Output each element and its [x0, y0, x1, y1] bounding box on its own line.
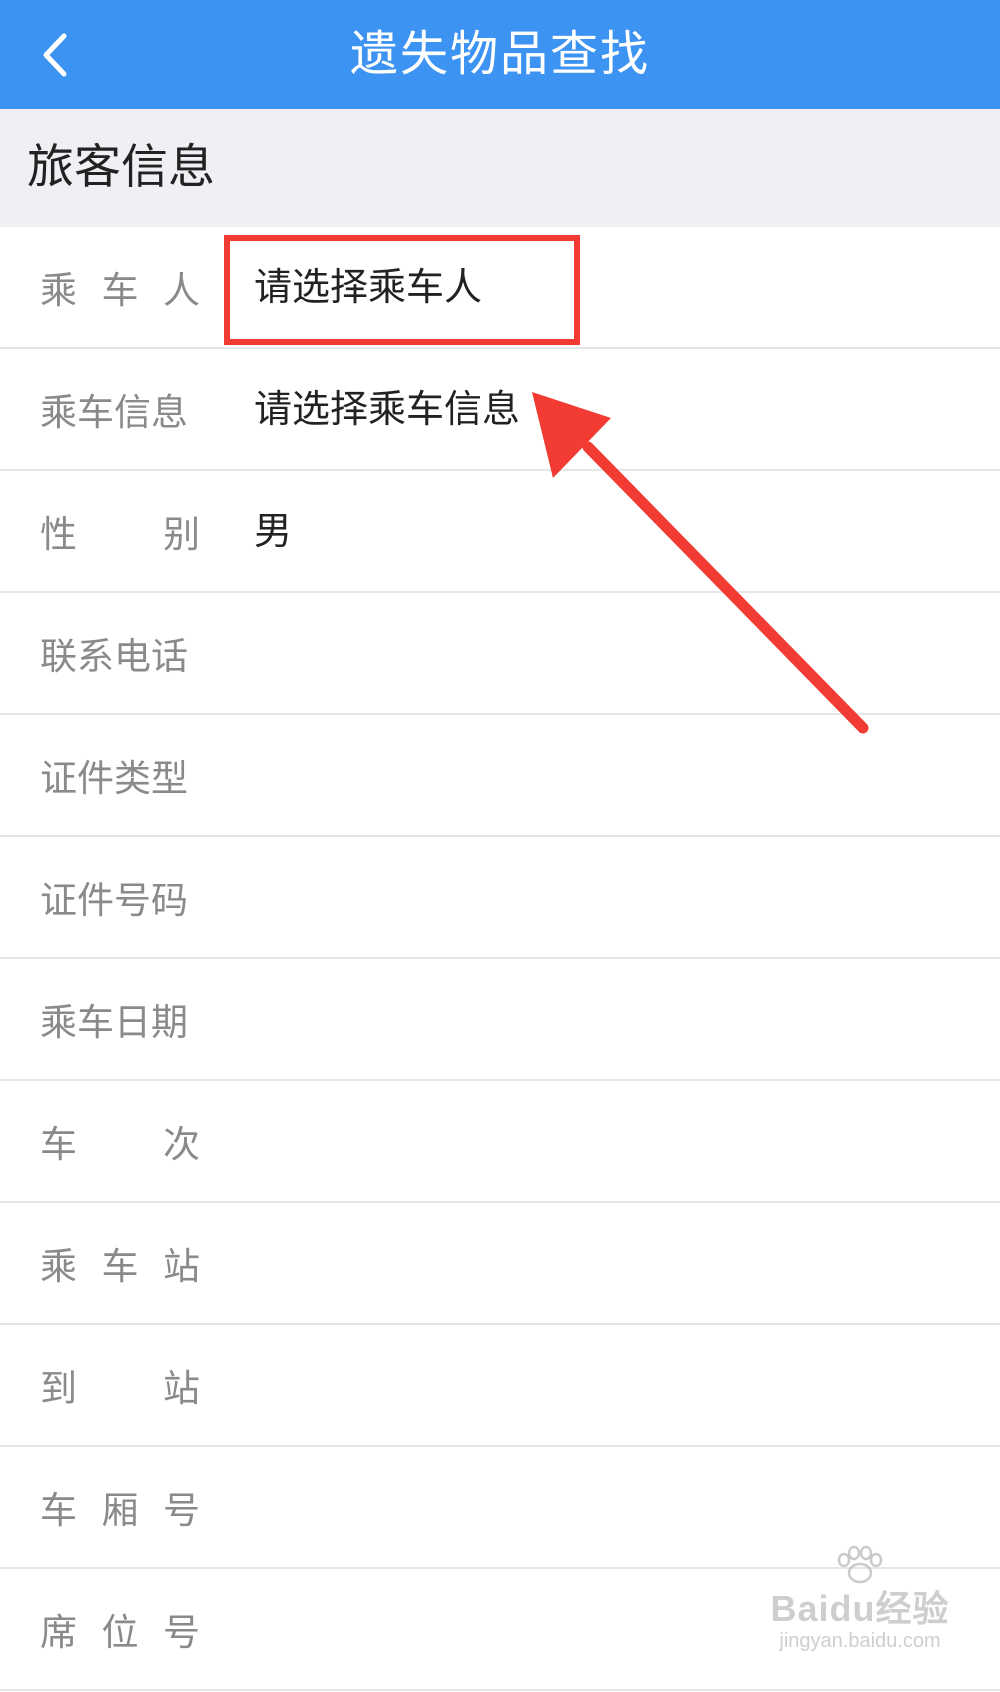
- field-label: 乘车站: [40, 1203, 200, 1323]
- baidu-watermark: Baidu经验 jingyan.baidu.com: [760, 1545, 960, 1675]
- form-row[interactable]: 联系电话: [0, 593, 1000, 715]
- field-value[interactable]: 男: [254, 471, 292, 591]
- field-label: 车厢号: [40, 1447, 200, 1567]
- form-row[interactable]: 证件类型: [0, 715, 1000, 837]
- form-row[interactable]: 乘车日期: [0, 959, 1000, 1081]
- form-row[interactable]: 乘车站: [0, 1203, 1000, 1325]
- field-label: 乘车日期: [40, 959, 200, 1079]
- field-label-char: 到: [40, 1367, 77, 1410]
- field-label-char: 位: [101, 1611, 139, 1654]
- field-label-char: 站: [163, 1367, 200, 1410]
- field-label: 证件号码: [40, 837, 200, 957]
- field-label: 性别: [40, 471, 200, 591]
- field-label: 乘车信息: [40, 349, 200, 469]
- field-label-char: 车: [40, 1123, 77, 1166]
- field-label-char: 乘: [40, 1245, 77, 1288]
- field-label: 证件类型: [40, 715, 200, 835]
- form-row[interactable]: 乘车信息 请选择乘车信息: [0, 349, 1000, 471]
- field-label-char: 别: [163, 513, 200, 556]
- field-label-char: 次: [163, 1123, 200, 1166]
- field-label-char: 站: [163, 1245, 200, 1288]
- field-label-char: 联系电话: [40, 635, 188, 678]
- page-title: 遗失物品查找: [349, 26, 650, 82]
- section-title: 旅客信息: [27, 140, 215, 195]
- field-value[interactable]: 请选择乘车信息: [254, 349, 520, 469]
- field-value[interactable]: 请选择乘车人: [254, 227, 482, 347]
- field-label-char: 性: [40, 513, 77, 556]
- field-label: 车次: [40, 1081, 200, 1201]
- paw-icon: [837, 1545, 883, 1584]
- form-row[interactable]: 证件号码: [0, 837, 1000, 959]
- app-header: 遗失物品查找: [0, 0, 1000, 109]
- field-label-char: 证件号码: [40, 879, 188, 922]
- field-label-char: 车: [101, 1245, 139, 1288]
- field-label-char: 席: [40, 1611, 77, 1654]
- watermark-domain: jingyan.baidu.com: [779, 1630, 941, 1652]
- field-label-char: 乘车日期: [40, 1001, 188, 1044]
- field-label-char: 证件类型: [40, 757, 188, 800]
- field-label: 席位号: [40, 1569, 200, 1689]
- field-label-char: 车: [40, 1489, 77, 1532]
- form-row[interactable]: 车次: [0, 1081, 1000, 1203]
- back-button[interactable]: [30, 22, 100, 88]
- form-row[interactable]: 乘车人请选择乘车人: [0, 227, 1000, 349]
- chevron-left-icon: [43, 33, 67, 77]
- form-row[interactable]: 性别男: [0, 471, 1000, 593]
- field-label-char: 人: [163, 269, 200, 312]
- field-label-char: 车: [101, 269, 139, 312]
- form-row[interactable]: 到站: [0, 1325, 1000, 1447]
- field-label-char: 号: [163, 1489, 200, 1532]
- field-label-char: 乘: [40, 269, 77, 312]
- field-label: 乘车人: [40, 227, 200, 347]
- field-label: 到站: [40, 1325, 200, 1445]
- field-label-char: 乘车信息: [40, 391, 188, 434]
- section-header: 旅客信息: [0, 109, 1000, 227]
- passenger-form: 乘车人请选择乘车人 乘车信息 请选择乘车信息性别男联系电话 证件类型 证件号码 乘车日期车…: [0, 227, 1000, 1691]
- field-label-char: 号: [163, 1611, 200, 1654]
- field-label-char: 厢: [101, 1489, 139, 1532]
- field-label: 联系电话: [40, 593, 200, 713]
- watermark-brand: Baidu经验: [770, 1588, 950, 1629]
